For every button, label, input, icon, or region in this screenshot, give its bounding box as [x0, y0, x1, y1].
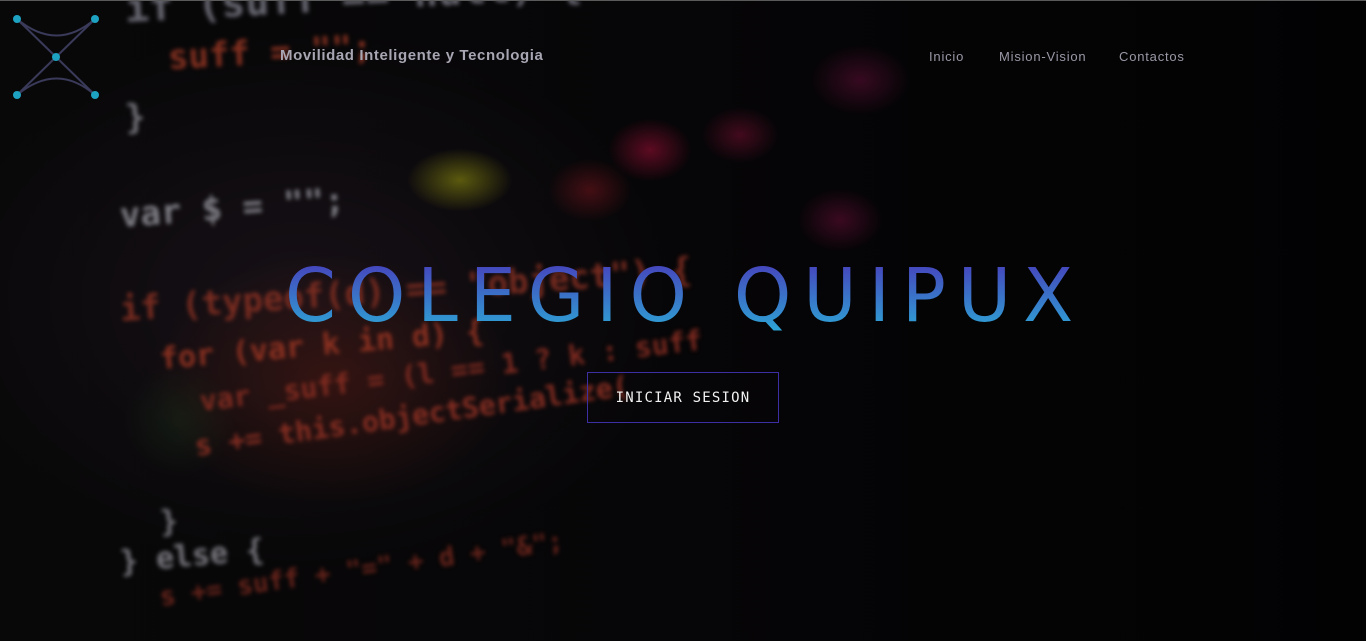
nav-link-inicio[interactable]: Inicio: [929, 49, 964, 64]
code-line: } else {: [118, 532, 266, 580]
nav-link-contactos[interactable]: Contactos: [1119, 49, 1185, 64]
code-line: }: [123, 96, 147, 138]
hero-title: COLEGIO QUIPUX: [285, 255, 1085, 339]
site-tagline: Movilidad Inteligente y Tecnologia: [280, 47, 544, 64]
quipux-logo-icon[interactable]: [10, 12, 104, 102]
hero-title-graphic: COLEGIO QUIPUX: [285, 255, 1085, 339]
code-line: s += this.objectSerialize(: [192, 369, 632, 463]
login-button[interactable]: INICIAR SESION: [587, 372, 779, 423]
nav-link-mision-vision[interactable]: Mision-Vision: [999, 49, 1086, 64]
top-border: [0, 0, 1366, 1]
page: if (suff == null) { suff = ""; } var $ =…: [0, 0, 1366, 641]
code-line: }: [158, 503, 180, 540]
code-line: var $ = "";: [118, 180, 347, 236]
code-line: if (suff == null) {: [124, 0, 583, 32]
code-line: s += suff + "=" + d + "&";: [157, 526, 566, 613]
